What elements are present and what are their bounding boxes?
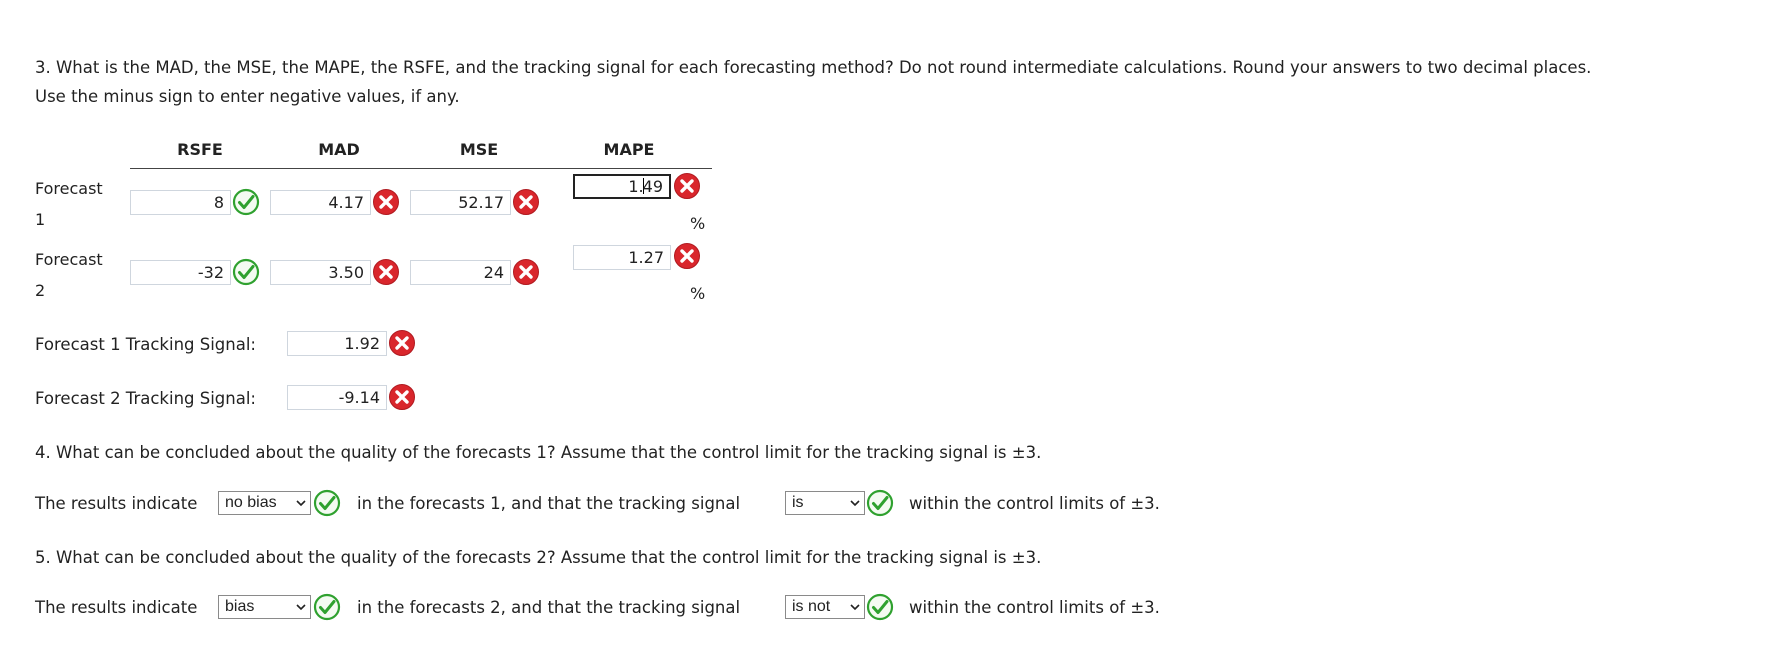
q4-sentence-part2: in the forecasts 1, and that the trackin… [357, 494, 741, 513]
correct-check-icon [232, 188, 260, 216]
chevron-down-icon [850, 604, 860, 611]
q4-sentence-part1: The results indicate [35, 494, 198, 513]
q5-sentence-part2: in the forecasts 2, and that the trackin… [357, 598, 741, 617]
chevron-down-icon [296, 604, 306, 611]
incorrect-x-icon [372, 188, 400, 216]
question-4-text: 4. What can be concluded about the quali… [35, 443, 1042, 462]
tracking-signal-2-label: Forecast 2 Tracking Signal: [35, 389, 256, 408]
chevron-down-icon [296, 500, 306, 507]
correct-check-icon [866, 593, 894, 621]
row-label-forecast-2: Forecast 2 [35, 250, 103, 300]
chevron-down-icon [850, 500, 860, 507]
incorrect-x-icon [388, 383, 416, 411]
question-3-text: 3. What is the MAD, the MSE, the MAPE, t… [35, 58, 1592, 77]
q5-bias-select[interactable]: bias [218, 595, 311, 619]
incorrect-x-icon [673, 242, 701, 270]
header-rsfe: RSFE [177, 140, 223, 159]
q4-within-select[interactable]: is [785, 491, 865, 515]
percent-sign: % [690, 214, 706, 233]
mad-input-forecast-1[interactable]: 4.17 [270, 190, 371, 215]
correct-check-icon [313, 489, 341, 517]
percent-sign: % [690, 284, 706, 303]
question-3-instruction: Use the minus sign to enter negative val… [35, 87, 460, 106]
correct-check-icon [313, 593, 341, 621]
mse-input-forecast-1[interactable]: 52.17 [410, 190, 511, 215]
header-mse: MSE [459, 140, 499, 159]
q4-bias-select[interactable]: no bias [218, 491, 311, 515]
header-mape: MAPE [603, 140, 655, 159]
rsfe-input-forecast-2[interactable]: -32 [130, 260, 231, 285]
correct-check-icon [232, 258, 260, 286]
incorrect-x-icon [512, 188, 540, 216]
incorrect-x-icon [388, 329, 416, 357]
incorrect-x-icon [512, 258, 540, 286]
rsfe-input-forecast-1[interactable]: 8 [130, 190, 231, 215]
q5-sentence-part1: The results indicate [35, 598, 198, 617]
correct-check-icon [866, 489, 894, 517]
q5-sentence-part3: within the control limits of ±3. [909, 598, 1160, 617]
q4-sentence-part3: within the control limits of ±3. [909, 494, 1160, 513]
mad-input-forecast-2[interactable]: 3.50 [270, 260, 371, 285]
tracking-signal-2-input[interactable]: -9.14 [287, 385, 387, 410]
tracking-signal-1-input[interactable]: 1.92 [287, 331, 387, 356]
q5-within-select[interactable]: is not [785, 595, 865, 619]
mape-input-forecast-1[interactable]: 1.49 [573, 174, 671, 199]
tracking-signal-1-label: Forecast 1 Tracking Signal: [35, 335, 256, 354]
header-mad: MAD [318, 140, 360, 159]
mape-input-forecast-2[interactable]: 1.27 [573, 245, 671, 270]
question-5-text: 5. What can be concluded about the quali… [35, 548, 1042, 567]
incorrect-x-icon [372, 258, 400, 286]
incorrect-x-icon [673, 172, 701, 200]
row-label-forecast-1: Forecast 1 [35, 179, 103, 229]
mse-input-forecast-2[interactable]: 24 [410, 260, 511, 285]
header-divider [130, 168, 712, 169]
